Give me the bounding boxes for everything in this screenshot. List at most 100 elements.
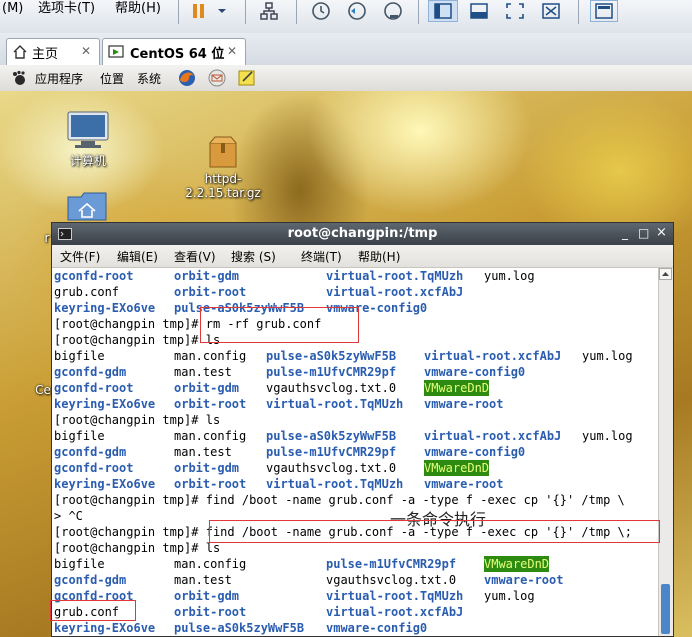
terminal-text: yum.log <box>582 349 633 363</box>
terminal-text: vmware-root <box>424 397 504 411</box>
menu-search[interactable]: 搜索 (S) <box>231 248 276 265</box>
terminal-text: virtual-root.TqMUzh <box>326 269 464 283</box>
unity-icon[interactable] <box>502 0 528 22</box>
menu-edit[interactable]: 编辑(E) <box>117 248 158 265</box>
tab-centos[interactable]: CentOS 64 位 ✕ <box>102 38 246 65</box>
places-menu[interactable]: 位置 <box>100 70 124 87</box>
mail-icon[interactable] <box>207 68 227 88</box>
terminal-text: orbit-gdm <box>174 589 240 603</box>
terminal-text: vmware-root <box>424 477 504 491</box>
terminal-text: keyring-EXo6ve <box>54 621 156 635</box>
toolbar-separator <box>578 0 579 24</box>
snapshot-icon[interactable] <box>308 0 334 22</box>
terminal-text: [root@changpin tmp]# find /boot -name gr… <box>54 493 625 507</box>
terminal-text: pulse-m1UfvCMR29pf <box>266 365 397 379</box>
terminal-text: vgauthsvclog.txt.0 <box>266 381 397 395</box>
terminal-text: keyring-EXo6ve <box>54 397 156 411</box>
folder-icon <box>67 192 107 221</box>
terminal-text: orbit-gdm <box>174 269 240 283</box>
fullscreen-icon[interactable] <box>466 0 492 22</box>
terminal-text: orbit-root <box>174 605 247 619</box>
close-icon[interactable]: ✕ <box>227 44 237 58</box>
terminal-text: bigfile <box>54 557 105 571</box>
terminal-text: keyring-EXo6ve <box>54 477 156 491</box>
terminal-text: bigfile <box>54 349 105 363</box>
menu-help[interactable]: 帮助(H) <box>115 0 161 17</box>
terminal-text: vmware-config0 <box>424 365 526 379</box>
terminal-text: vmware-config0 <box>326 621 428 635</box>
terminal-text: gconfd-gdm <box>54 573 127 587</box>
view-console-icon[interactable] <box>428 0 458 22</box>
terminal-text: pulse-m1UfvCMR29pf <box>266 445 397 459</box>
scroll-thumb[interactable] <box>661 584 670 634</box>
terminal-text: VMwareDnD <box>424 460 490 476</box>
guest-top-panel: 应用程序 位置 系统 <box>0 65 692 92</box>
menu-tabs[interactable]: 选项卡(T) <box>38 0 95 17</box>
terminal-text: pulse-aS0k5zyWwF5B <box>174 621 305 635</box>
terminal-text: virtual-root.xcfAbJ <box>326 605 464 619</box>
terminal-text: virtual-root.xcfAbJ <box>326 285 464 299</box>
archive-desktop-icon[interactable]: httpd-2.2.15.tar.gz <box>168 135 278 200</box>
terminal-text: virtual-root.TqMUzh <box>266 477 404 491</box>
menu-help[interactable]: 帮助(H) <box>358 248 400 265</box>
terminal-text: orbit-root <box>174 477 247 491</box>
menu-file[interactable]: 文件(F) <box>60 248 100 265</box>
terminal-text: orbit-gdm <box>174 461 240 475</box>
terminal-text: bigfile <box>54 429 105 443</box>
terminal-text: orbit-root <box>174 285 247 299</box>
system-menu[interactable]: 系统 <box>137 70 161 87</box>
terminal-text: VMwareDnD <box>424 380 490 396</box>
host-menubar: (M) 选项卡(T) 帮助(H) <box>0 0 692 34</box>
vm-tab-bar: 主页 ✕ CentOS 64 位 ✕ <box>0 33 692 66</box>
terminal-text: man.config <box>174 349 247 363</box>
terminal-text: yum.log <box>484 269 535 283</box>
terminal-text: orbit-gdm <box>174 381 240 395</box>
terminal-title: root@changpin:/tmp <box>287 226 438 241</box>
tab-home[interactable]: 主页 ✕ <box>6 38 100 65</box>
snapshot-manager-icon[interactable] <box>380 0 406 22</box>
notes-icon[interactable] <box>237 68 257 88</box>
close-button[interactable]: × <box>656 225 667 240</box>
terminal-text: pulse-aS0k5zyWwF5B <box>266 349 397 363</box>
tab-label: CentOS 64 位 <box>130 46 225 62</box>
close-icon[interactable]: ✕ <box>81 44 91 58</box>
terminal-text: vmware-config0 <box>424 445 526 459</box>
menu-m[interactable]: (M) <box>2 0 23 17</box>
terminal-text: yum.log <box>582 429 633 443</box>
terminal-text: virtual-root.TqMUzh <box>326 589 464 603</box>
applications-menu[interactable]: 应用程序 <box>35 70 83 87</box>
terminal-text: pulse-aS0k5zyWwF5B <box>266 429 397 443</box>
terminal-text: man.test <box>174 573 232 587</box>
terminal-text: virtual-root.TqMUzh <box>266 397 404 411</box>
terminal-text: > ^C <box>54 509 83 523</box>
pause-icon[interactable] <box>188 0 210 22</box>
menu-terminal[interactable]: 终端(T) <box>301 248 342 265</box>
terminal-scrollbar[interactable] <box>658 268 673 636</box>
archive-icon <box>209 136 237 168</box>
firefox-icon[interactable] <box>177 68 197 88</box>
terminal-text: vgauthsvclog.txt.0 <box>326 573 457 587</box>
terminal-text: vmware-root <box>484 573 564 587</box>
scroll-up-icon[interactable] <box>659 268 672 280</box>
network-icon[interactable] <box>257 0 281 22</box>
terminal-text: man.config <box>174 429 247 443</box>
computer-desktop-icon[interactable]: 计算机 <box>58 111 118 169</box>
minimize-button[interactable]: _ <box>622 226 628 240</box>
revert-snapshot-icon[interactable] <box>344 0 370 22</box>
menu-view[interactable]: 查看(V) <box>174 248 216 265</box>
terminal-text: man.config <box>174 557 247 571</box>
home-folder-desktop-icon[interactable] <box>66 191 108 224</box>
chevron-down-icon[interactable] <box>214 0 230 22</box>
terminal-window: root@changpin:/tmp _ □ × 文件(F) 编辑(E) 查看(… <box>50 222 674 637</box>
maximize-button[interactable]: □ <box>638 226 649 240</box>
vm-icon <box>108 45 124 58</box>
terminal-text: gconfd-gdm <box>54 445 127 459</box>
terminal-titlebar[interactable]: root@changpin:/tmp _ □ × <box>52 223 673 245</box>
stretch-icon[interactable] <box>538 0 564 22</box>
home-icon <box>13 45 27 59</box>
terminal-text: grub.conf <box>54 285 120 299</box>
desktop-icon-label: 计算机 <box>69 154 106 168</box>
terminal-text: VMwareDnD <box>484 556 550 572</box>
terminal-text: [root@changpin tmp]# ls <box>54 413 221 427</box>
library-view-icon[interactable] <box>590 0 618 22</box>
